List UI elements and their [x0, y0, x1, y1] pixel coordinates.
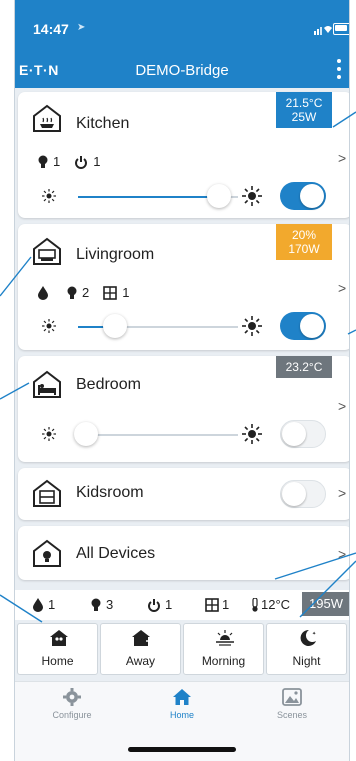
window-summary: 1: [205, 597, 229, 612]
bedroom-room-icon: [33, 370, 61, 398]
bulb-chip: 2: [67, 285, 89, 300]
drop-icon: [33, 597, 43, 612]
home-indicator: [128, 747, 236, 752]
away-scene-icon: [132, 630, 152, 646]
scene-buttons: Home Away Morning ✦ Night: [17, 623, 349, 675]
room-power-toggle[interactable]: [280, 420, 326, 448]
room-name: Bedroom: [76, 376, 141, 393]
phone-screen: 14:47 ➤ E·T·N DEMO-Bridge Kitchen 21.5°C…: [14, 0, 350, 761]
scene-night-button[interactable]: ✦ Night: [266, 623, 347, 675]
bulb-chip: 1: [38, 154, 60, 169]
thermometer-icon: [252, 597, 258, 612]
app-header: 14:47 ➤ E·T·N DEMO-Bridge: [15, 0, 349, 88]
slider-knob[interactable]: [74, 422, 98, 446]
chevron-right-icon[interactable]: >: [338, 398, 346, 414]
room-name: All Devices: [76, 545, 156, 562]
home-scene-icon: [50, 630, 68, 646]
page-title: DEMO-Bridge: [135, 62, 229, 79]
window-icon: [205, 597, 219, 612]
room-card-kidsroom[interactable]: Kidsroom >: [18, 468, 349, 520]
power-value: 25W: [291, 110, 317, 124]
power-chip: 1: [74, 154, 100, 169]
light-summary: 3: [91, 597, 113, 612]
scene-morning-button[interactable]: Morning: [183, 623, 264, 675]
room-name: Kidsroom: [76, 484, 144, 501]
humidity-summary: 1: [33, 597, 55, 612]
more-menu-button[interactable]: [333, 57, 345, 81]
temperature-value: 21.5°C: [285, 96, 323, 110]
chevron-right-icon[interactable]: >: [338, 485, 346, 501]
device-chips: 1 1: [38, 154, 114, 169]
tab-configure[interactable]: Configure: [17, 688, 127, 720]
kidsroom-room-icon: [33, 479, 61, 507]
svg-text:✦: ✦: [312, 631, 316, 637]
slider-fill: [78, 196, 219, 198]
drop-icon: [38, 285, 48, 300]
window-icon: [103, 285, 118, 300]
brightness-high-icon: [242, 424, 262, 444]
status-badge: 23.2°C: [276, 356, 332, 378]
status-badge: 20% 170W: [276, 224, 332, 260]
humidity-chip: [38, 285, 53, 300]
chevron-right-icon[interactable]: >: [338, 546, 346, 562]
brightness-low-icon: [42, 319, 56, 333]
livingroom-room-icon: [33, 237, 61, 265]
brightness-low-icon: [42, 189, 56, 203]
room-name: Livingroom: [76, 246, 155, 263]
image-icon: [282, 688, 302, 706]
chevron-right-icon[interactable]: >: [338, 280, 346, 296]
house-icon: [173, 689, 191, 705]
dimmer-slider[interactable]: [74, 422, 238, 446]
room-card-bedroom[interactable]: Bedroom 23.2°C >: [18, 356, 349, 462]
tab-scenes[interactable]: Scenes: [237, 688, 347, 720]
temperature-value: 23.2°C: [285, 360, 323, 374]
summary-bar: 1 3 1 1 12°C 195W: [15, 590, 349, 620]
room-power-toggle[interactable]: [280, 480, 326, 508]
scene-home-button[interactable]: Home: [17, 623, 98, 675]
all-devices-icon: [33, 539, 61, 567]
brightness-low-icon: [42, 427, 56, 441]
room-card-livingroom[interactable]: Livingroom 20% 170W > 2 1: [18, 224, 349, 350]
status-bar: 14:47 ➤: [15, 18, 349, 42]
location-arrow-icon: ➤: [77, 22, 86, 33]
window-chip: 1: [103, 285, 129, 300]
total-power-badge: 195W: [302, 592, 349, 616]
room-power-toggle[interactable]: [280, 312, 326, 340]
moon-icon: ✦: [300, 629, 316, 646]
bulb-icon: [67, 286, 77, 299]
dimmer-slider[interactable]: [78, 184, 238, 208]
scene-away-button[interactable]: Away: [100, 623, 181, 675]
power-icon: [148, 598, 160, 612]
brightness-high-icon: [242, 316, 262, 336]
bulb-icon: [91, 598, 101, 611]
slider-knob[interactable]: [206, 184, 231, 208]
all-devices-card[interactable]: All Devices >: [18, 526, 349, 580]
status-time: 14:47: [33, 21, 69, 37]
room-power-toggle[interactable]: [280, 182, 326, 210]
power-icon: [75, 155, 88, 169]
sunrise-icon: [216, 630, 234, 646]
kitchen-room-icon: [33, 104, 61, 132]
gear-icon: [63, 688, 81, 706]
temperature-summary: 12°C: [250, 597, 290, 612]
brightness-high-icon: [242, 186, 262, 206]
battery-icon: [333, 23, 349, 35]
power-value: 170W: [288, 242, 320, 256]
bulb-icon: [38, 155, 48, 168]
tab-home[interactable]: Home: [127, 688, 237, 720]
dim-level-value: 20%: [291, 228, 317, 242]
status-badge: 21.5°C 25W: [276, 92, 332, 128]
device-chips: 2 1: [38, 285, 143, 300]
slider-knob[interactable]: [102, 314, 127, 338]
dimmer-slider[interactable]: [78, 314, 238, 338]
room-card-kitchen[interactable]: Kitchen 21.5°C 25W > 1 1: [18, 92, 349, 218]
chevron-right-icon[interactable]: >: [338, 150, 346, 166]
room-name: Kitchen: [76, 115, 130, 132]
power-summary: 1: [147, 597, 172, 612]
signal-wifi-icon: [314, 26, 332, 35]
